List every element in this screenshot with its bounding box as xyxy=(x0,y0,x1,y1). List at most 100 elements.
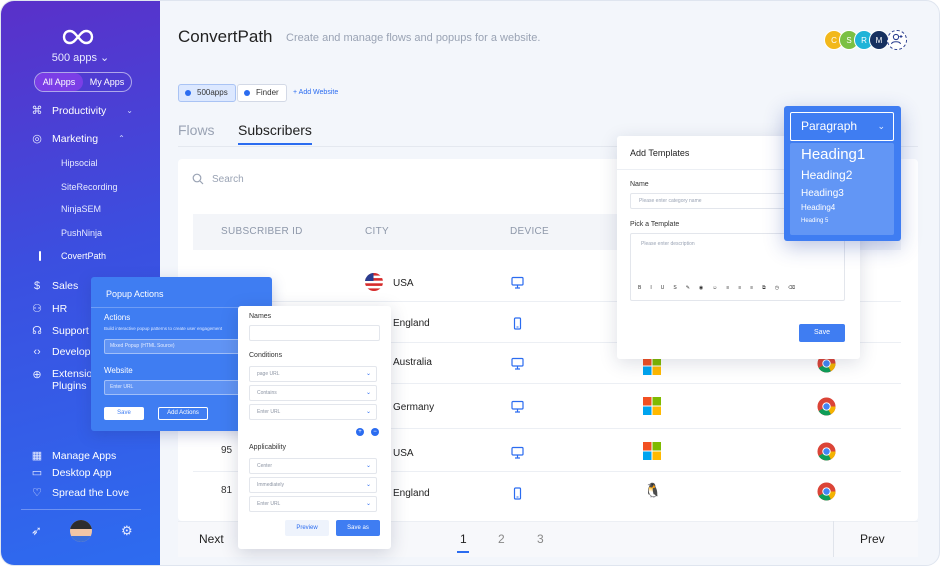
windows-icon xyxy=(643,442,661,460)
command-icon: ⌘ xyxy=(31,105,43,117)
add-user-icon xyxy=(890,33,903,45)
manage-apps-label: Manage Apps xyxy=(52,449,117,462)
sidebar-item-hr[interactable]: ⚇ HR xyxy=(30,302,67,316)
column-city[interactable]: CITY xyxy=(365,226,389,237)
italic-button[interactable]: I xyxy=(650,285,651,291)
sidebar-item-label: Support xyxy=(52,324,89,337)
add-actions-button[interactable]: Add Actions xyxy=(158,407,208,420)
segment-all-apps[interactable]: All Apps xyxy=(35,73,83,91)
remove-condition-button[interactable]: − xyxy=(371,428,379,436)
column-subscriber-id[interactable]: SUBSCRIBER ID xyxy=(221,226,303,237)
position-select[interactable]: Center ⌄ xyxy=(249,458,377,474)
sidebar-item-productivity[interactable]: ⌘ Productivity ⌄ xyxy=(30,104,133,118)
infinity-logo-icon[interactable] xyxy=(62,29,94,45)
city-cell: Germany xyxy=(393,402,435,413)
org-switcher[interactable]: 500 apps ⌄ xyxy=(1,51,160,64)
option-heading2[interactable]: Heading2 xyxy=(801,168,852,182)
gear-icon[interactable]: ⚙ xyxy=(121,523,133,539)
sidebar-subitem-pushninja[interactable]: PushNinja xyxy=(61,228,102,238)
add-condition-button[interactable]: + xyxy=(356,428,364,436)
emoji-icon[interactable]: ☺ xyxy=(712,285,717,291)
clock-icon[interactable]: ◷ xyxy=(775,285,779,291)
website-chip-finder[interactable]: Finder xyxy=(237,84,287,102)
chevron-down-icon: ⌄ xyxy=(365,463,371,469)
website-label: Website xyxy=(104,366,133,375)
add-website-link[interactable]: + Add Website xyxy=(293,89,338,96)
select-value: page URL xyxy=(257,371,280,377)
names-label: Names xyxy=(249,313,272,320)
sidebar-manage-apps[interactable]: ▦ Manage Apps xyxy=(30,449,117,463)
page-1-button[interactable]: 1 xyxy=(457,532,469,553)
strike-button[interactable]: S xyxy=(673,285,676,291)
option-heading3[interactable]: Heading3 xyxy=(801,188,844,199)
sidebar-divider xyxy=(21,509,141,510)
sidebar-item-marketing[interactable]: ◎ Marketing ⌃ xyxy=(30,132,125,146)
active-indicator xyxy=(39,251,41,261)
column-device[interactable]: DEVICE xyxy=(510,226,549,237)
condition-operator-select[interactable]: Contains ⌄ xyxy=(249,385,377,401)
grid-icon: ▦ xyxy=(31,450,43,462)
image-icon[interactable]: ⧉ xyxy=(762,285,766,291)
pen-icon[interactable]: ✎ xyxy=(686,285,690,291)
save-button[interactable]: Save xyxy=(799,324,845,342)
sidebar-spread-love[interactable]: ♡ Spread the Love xyxy=(30,486,130,500)
select-value: Enter URL xyxy=(257,409,281,415)
prev-page-button[interactable]: Prev xyxy=(860,532,885,546)
user-avatar[interactable] xyxy=(70,520,92,542)
condition-value-input[interactable]: Enter URL ⌄ xyxy=(249,404,377,420)
avatar-m[interactable]: M xyxy=(869,30,889,50)
next-page-button[interactable]: Next xyxy=(199,532,224,546)
applicability-url-input[interactable]: Enter URL ⌄ xyxy=(249,496,377,512)
windows-icon xyxy=(643,397,661,415)
chrome-icon xyxy=(817,442,836,461)
pick-template-label: Pick a Template xyxy=(630,221,680,228)
paragraph-select[interactable]: Paragraph ⌄ xyxy=(790,112,894,141)
align-center-icon[interactable]: ≡ xyxy=(738,285,741,291)
website-chip-500apps[interactable]: 500apps xyxy=(178,84,236,102)
preview-button[interactable]: Preview xyxy=(285,520,329,536)
sidebar-subitem-covertpath[interactable]: CovertPath xyxy=(61,251,106,261)
option-heading5[interactable]: Heading 5 xyxy=(801,218,828,224)
rocket-icon[interactable]: ➶ xyxy=(31,523,42,539)
heart-icon: ♡ xyxy=(32,487,42,499)
sidebar-item-develop[interactable]: ‹› Develop xyxy=(30,346,90,358)
sidebar-subitem-hipsocial[interactable]: Hipsocial xyxy=(61,158,98,168)
us-flag-icon xyxy=(365,273,383,291)
sidebar-item-support[interactable]: ☊ Support xyxy=(30,324,89,338)
sidebar-item-sales[interactable]: $ Sales xyxy=(30,280,78,292)
search-input[interactable]: Search xyxy=(212,174,244,185)
chevron-down-icon: ⌄ xyxy=(100,52,110,64)
sidebar-subitem-ninjasem[interactable]: NinjaSEM xyxy=(61,204,101,214)
add-user-button[interactable] xyxy=(887,30,907,50)
option-heading4[interactable]: Heading4 xyxy=(801,203,835,212)
target-icon: ◎ xyxy=(32,133,42,145)
save-as-button[interactable]: Save as xyxy=(336,520,380,536)
panel-title: Add Templates xyxy=(630,148,690,158)
tab-subscribers[interactable]: Subscribers xyxy=(238,122,312,145)
condition-field-select[interactable]: page URL ⌄ xyxy=(249,366,377,382)
underline-button[interactable]: U xyxy=(661,285,665,291)
tab-flows[interactable]: Flows xyxy=(178,122,215,138)
bold-button[interactable]: B xyxy=(638,285,641,291)
conditions-panel: Names Conditions page URL ⌄ Contains ⌄ E… xyxy=(238,306,391,549)
page-3-button[interactable]: 3 xyxy=(537,532,544,546)
eye-icon[interactable]: ◉ xyxy=(699,285,703,291)
page-subtitle: Create and manage flows and popups for a… xyxy=(286,32,541,44)
sidebar-desktop-app[interactable]: ▭ Desktop App xyxy=(30,466,112,480)
segment-my-apps[interactable]: My Apps xyxy=(83,73,131,91)
option-heading1[interactable]: Heading1 xyxy=(801,146,865,163)
align-right-icon[interactable]: ≡ xyxy=(750,285,753,291)
fill-icon[interactable]: ⌫ xyxy=(788,285,795,291)
sidebar-item-label: Marketing xyxy=(52,132,99,145)
page-2-button[interactable]: 2 xyxy=(498,532,505,546)
chevron-down-icon: ⌄ xyxy=(365,501,371,507)
search-icon xyxy=(192,173,204,185)
description-editor[interactable]: Please enter description B I U S ✎ ◉ ☺ ≡… xyxy=(630,233,845,301)
timing-select[interactable]: Immediately ⌄ xyxy=(249,477,377,493)
spread-love-label: Spread the Love xyxy=(52,486,130,499)
sidebar-subitem-siterecording[interactable]: SiteRecording xyxy=(61,182,118,192)
name-input[interactable] xyxy=(249,325,380,341)
save-button[interactable]: Save xyxy=(104,407,144,420)
align-left-icon[interactable]: ≡ xyxy=(726,285,729,291)
desktop-icon xyxy=(511,400,524,413)
